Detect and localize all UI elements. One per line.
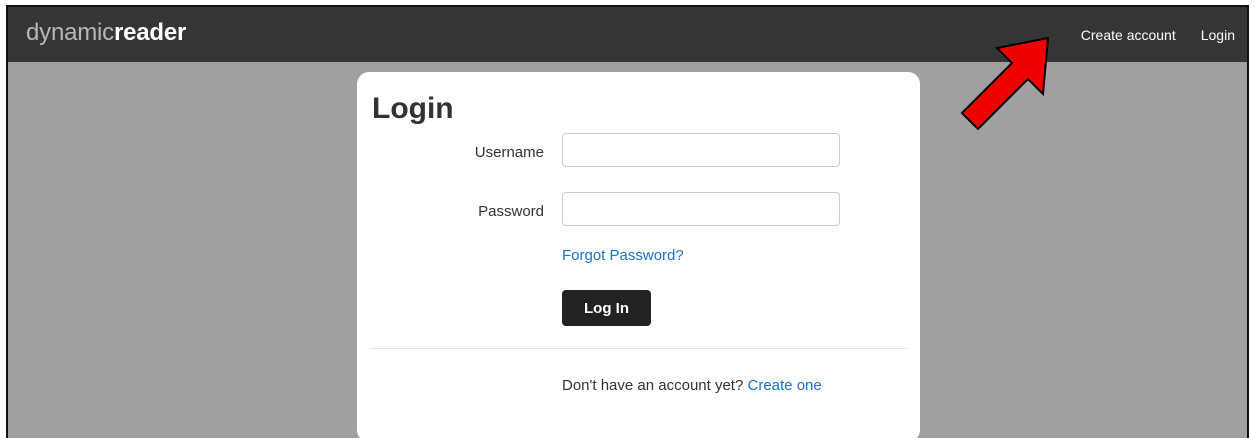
divider bbox=[370, 348, 907, 349]
page-title: Login bbox=[372, 92, 454, 125]
password-label: Password bbox=[478, 203, 544, 220]
nav-create-account-link[interactable]: Create account bbox=[1081, 27, 1176, 43]
top-navbar: dynamicreader Create account Login bbox=[8, 7, 1247, 62]
signup-prompt: Don't have an account yet? Create one bbox=[562, 377, 822, 394]
forgot-password-link[interactable]: Forgot Password? bbox=[562, 247, 684, 264]
browser-frame: dynamicreader Create account Login Login… bbox=[6, 5, 1249, 438]
nav-links: Create account Login bbox=[1081, 7, 1235, 62]
brand-logo[interactable]: dynamicreader bbox=[26, 19, 186, 47]
password-input[interactable] bbox=[562, 192, 840, 226]
username-input[interactable] bbox=[562, 133, 840, 167]
brand-light-text: dynamic bbox=[26, 19, 114, 46]
nav-login-link[interactable]: Login bbox=[1201, 27, 1235, 43]
create-one-link[interactable]: Create one bbox=[748, 377, 822, 394]
username-label: Username bbox=[474, 144, 544, 161]
log-in-button[interactable]: Log In bbox=[562, 290, 651, 326]
signup-prompt-text: Don't have an account yet? bbox=[562, 377, 744, 394]
red-arrow-icon bbox=[960, 36, 1050, 131]
login-card: Login Username Password Forgot Password?… bbox=[357, 72, 920, 438]
brand-bold-text: reader bbox=[113, 19, 187, 46]
